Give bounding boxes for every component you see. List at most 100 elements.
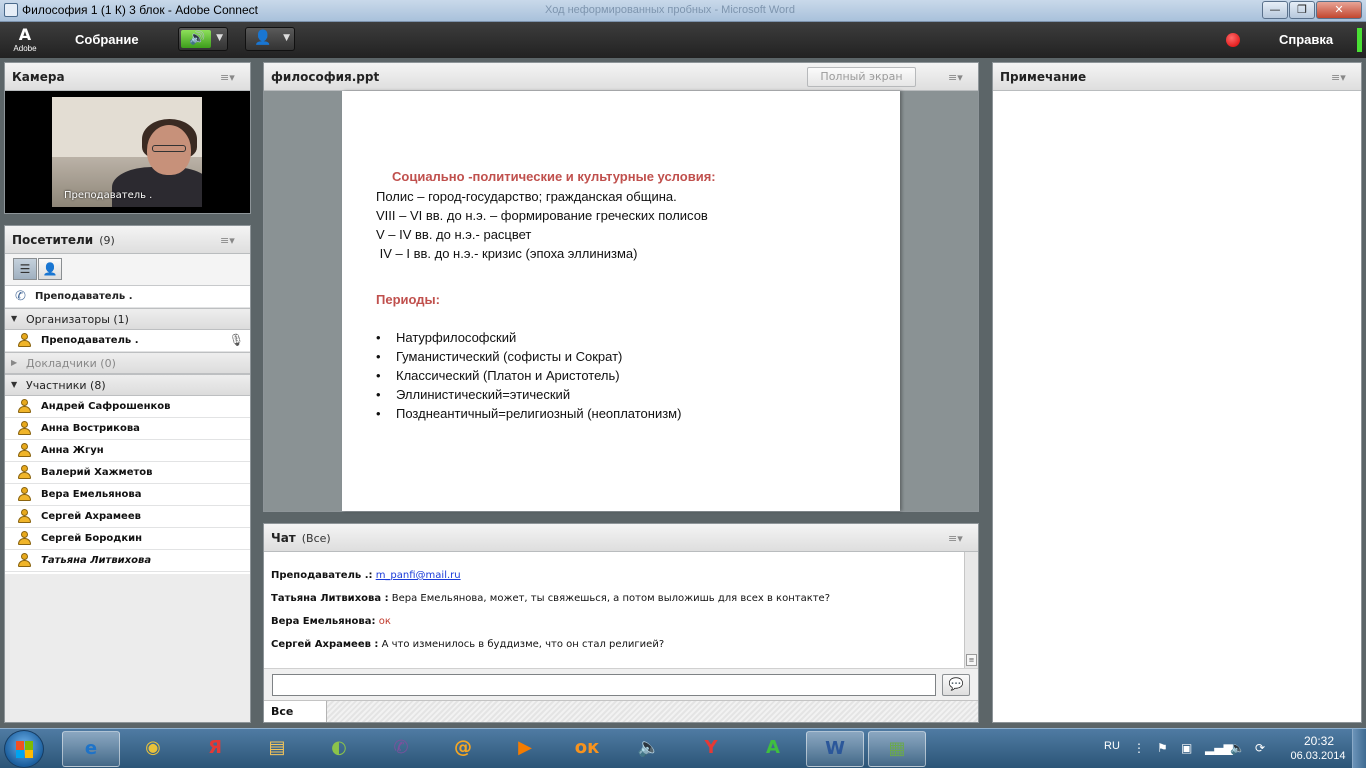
help-menu[interactable]: Справка	[1279, 32, 1333, 47]
meeting-menu[interactable]: Собрание	[75, 32, 139, 47]
status-view-icon[interactable]: 👤	[38, 258, 62, 280]
sync-icon[interactable]: ⟳	[1255, 741, 1265, 755]
taskbar-yandex-browser-icon[interactable]: Y	[682, 731, 740, 767]
taskbar-connect-icon[interactable]: ▦	[868, 731, 926, 767]
participant-row[interactable]: Татьяна Литвихова	[5, 550, 250, 572]
chat-tab-all[interactable]: Все	[264, 701, 327, 722]
word-icon: W	[825, 738, 845, 759]
group-presenters[interactable]: ▶ Докладчики (0)	[5, 352, 250, 374]
camera-voice-button[interactable]: 👤 ▼	[245, 27, 295, 51]
participant-name: Валерий Хажметов	[41, 467, 153, 478]
group-participants-label: Участники (8)	[26, 379, 106, 392]
scroll-thumb[interactable]: ≡	[966, 654, 977, 666]
tray-app-icon[interactable]: ▣	[1181, 741, 1192, 755]
taskbar-game-icon[interactable]: ◐	[310, 731, 368, 767]
collapse-triangle-icon[interactable]: ▶	[11, 358, 17, 367]
bullet-glyph: •	[376, 387, 381, 402]
connect-icon: ▦	[888, 738, 906, 759]
language-indicator[interactable]: RU	[1104, 740, 1120, 752]
taskbar-word-icon[interactable]: W	[806, 731, 864, 767]
chat-scope: (Все)	[301, 532, 331, 545]
start-button[interactable]	[4, 730, 44, 768]
clock-time[interactable]: 20:32	[1297, 734, 1341, 748]
slide-subheading: Периоды:	[376, 292, 440, 307]
background-window-title: Ход неформированных пробных - Microsoft …	[545, 4, 795, 16]
chat-message: Вера Емельянова: ок	[271, 616, 391, 627]
show-desktop-button[interactable]	[1352, 729, 1366, 768]
taskbar-odnoklassniki-icon[interactable]: ок	[558, 731, 616, 767]
presentation-slide[interactable]: Социально -политические и культурные усл…	[342, 91, 900, 511]
taskbar-viber-icon[interactable]: ✆	[372, 731, 430, 767]
group-hosts[interactable]: ▼ Организаторы (1)	[5, 308, 250, 330]
ie-icon: e	[84, 738, 98, 759]
participant-row[interactable]: Андрей Сафрошенков	[5, 396, 250, 418]
attendees-empty-area	[5, 574, 250, 722]
host-row[interactable]: Преподаватель . 🎙	[5, 330, 250, 352]
volume-icon[interactable]: 🔈	[1230, 741, 1245, 755]
phone-user-row[interactable]: ✆ Преподаватель .	[5, 286, 250, 308]
chat-scrollbar[interactable]: ≡	[964, 552, 978, 668]
slide-bullet-text: Эллинистический=этический	[396, 387, 571, 402]
maximize-button[interactable]: ❐	[1289, 1, 1315, 19]
chat-input[interactable]	[272, 674, 936, 696]
participant-row[interactable]: Анна Вострикова	[5, 418, 250, 440]
taskbar-audio-icon[interactable]: 🔈	[620, 731, 678, 767]
participant-name: Татьяна Литвихова	[41, 555, 152, 566]
notes-body[interactable]	[993, 91, 1361, 722]
chat-sender: Преподаватель .:	[271, 570, 373, 581]
speaker-button[interactable]: 🔊 ▼	[178, 27, 228, 51]
yandex-browser-icon: Y	[704, 737, 718, 758]
chat-email-link[interactable]: m_panfi@mail.ru	[376, 570, 461, 581]
taskbar-explorer-icon[interactable]: ▤	[248, 731, 306, 767]
taskbar-mail-icon[interactable]: @	[434, 731, 492, 767]
participant-row[interactable]: Сергей Бородкин	[5, 528, 250, 550]
pod-menu-icon[interactable]: ≡▾	[948, 532, 966, 545]
expand-triangle-icon[interactable]: ▼	[11, 314, 17, 323]
participant-row[interactable]: Анна Жгун	[5, 440, 250, 462]
participant-row[interactable]: Валерий Хажметов	[5, 462, 250, 484]
video-feed[interactable]: Преподаватель .	[52, 97, 202, 207]
taskbar-video-icon[interactable]: ▶	[496, 731, 554, 767]
user-icon	[17, 509, 31, 524]
minimize-button[interactable]: —	[1262, 1, 1288, 19]
taskbar-a-app-icon[interactable]: A	[744, 731, 802, 767]
pod-menu-icon[interactable]: ≡▾	[220, 234, 238, 247]
group-presenters-label: Докладчики (0)	[26, 357, 116, 370]
chevron-down-icon[interactable]: ▼	[216, 33, 223, 43]
slide-line: Полис – город-государство; гражданская о…	[376, 189, 677, 204]
expand-triangle-icon[interactable]: ▼	[11, 380, 17, 389]
taskbar-chrome-icon[interactable]: ◉	[124, 731, 182, 767]
chevron-down-icon[interactable]: ▼	[283, 33, 290, 43]
flag-icon[interactable]: ⚑	[1157, 741, 1168, 755]
send-message-icon[interactable]: 💬	[942, 674, 970, 696]
user-icon	[17, 531, 31, 546]
list-view-icon[interactable]: ☰	[13, 258, 37, 280]
bullet-glyph: •	[376, 368, 381, 383]
pod-menu-icon[interactable]: ≡▾	[1331, 71, 1349, 84]
participant-name: Сергей Ахрамеев	[41, 511, 141, 522]
record-indicator-icon[interactable]	[1226, 33, 1240, 47]
pod-menu-icon[interactable]: ≡▾	[220, 71, 238, 84]
pod-menu-icon[interactable]: ≡▾	[948, 71, 966, 84]
chrome-icon: ◉	[145, 737, 161, 758]
taskbar-yandex-icon[interactable]: Я	[186, 731, 244, 767]
participant-row[interactable]: Сергей Ахрамеев	[5, 506, 250, 528]
close-button[interactable]: ✕	[1316, 1, 1362, 19]
bullet-glyph: •	[376, 349, 381, 364]
network-signal-icon[interactable]: ▂▄▆	[1205, 741, 1233, 755]
bullet-glyph: •	[376, 406, 381, 421]
clock-date[interactable]: 06.03.2014	[1290, 750, 1346, 762]
odnoklassniki-icon: ок	[574, 737, 600, 758]
chat-pod-header: Чат (Все) ≡▾	[264, 524, 978, 552]
tray-arrow-icon[interactable]: ⋮	[1133, 741, 1145, 755]
share-pod-header: философия.ppt Полный экран ≡▾	[264, 63, 978, 91]
group-participants[interactable]: ▼ Участники (8)	[5, 374, 250, 396]
slide-bullet-text: Позднеантичный=религиозный (неоплатонизм…	[396, 406, 682, 421]
fullscreen-button[interactable]: Полный экран	[807, 67, 916, 87]
taskbar-ie-icon[interactable]: e	[62, 731, 120, 767]
participant-row[interactable]: Вера Емельянова	[5, 484, 250, 506]
windows-flag-icon-lower	[16, 750, 33, 758]
adobe-logo-text: Adobe	[13, 44, 37, 53]
group-hosts-label: Организаторы (1)	[26, 313, 129, 326]
user-icon	[17, 443, 31, 458]
